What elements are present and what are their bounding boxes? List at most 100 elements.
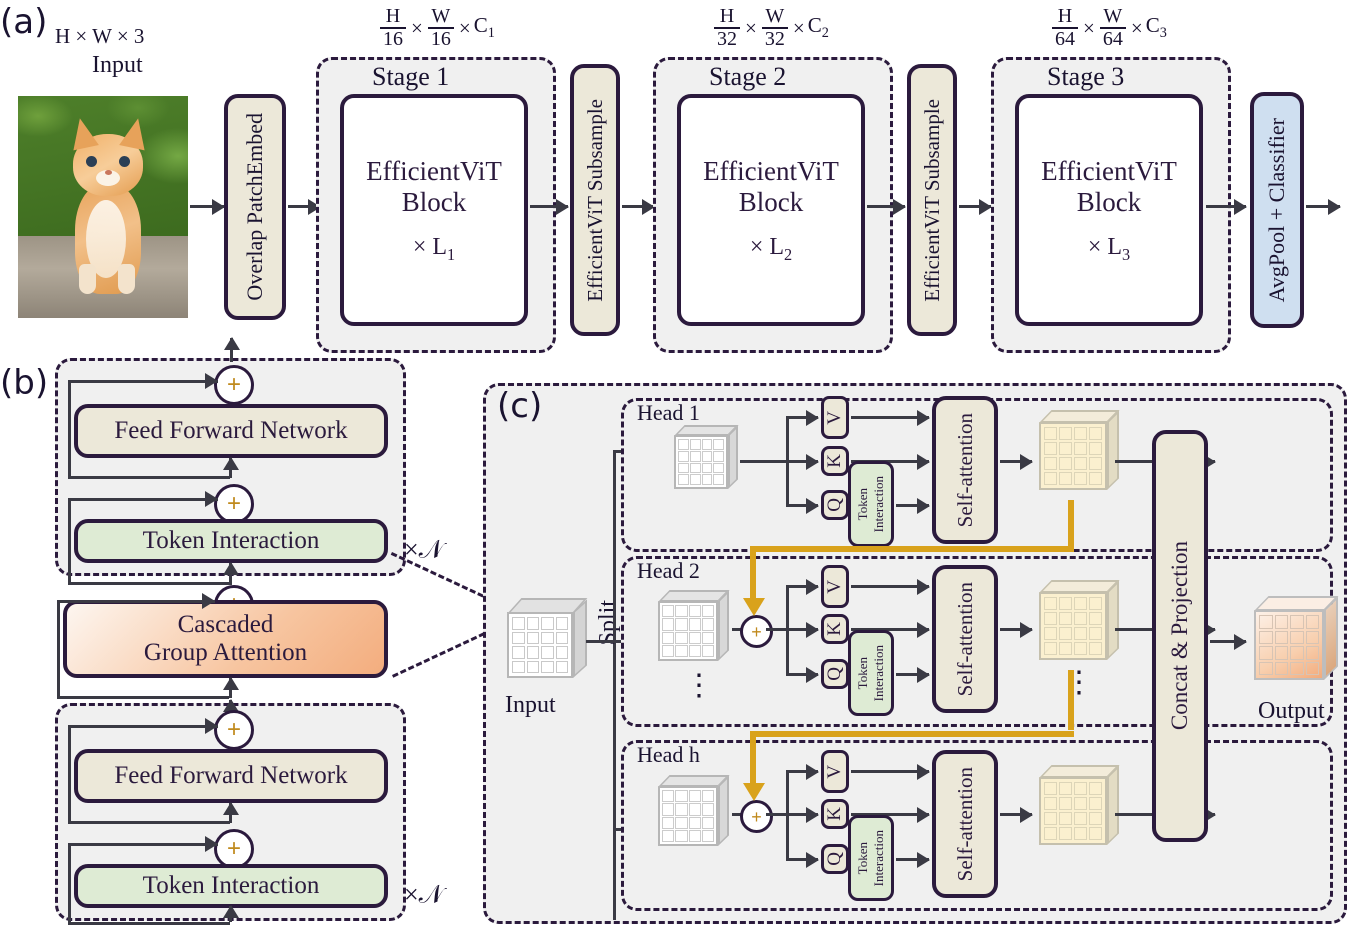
- stage-1-block-line2: Block: [401, 186, 467, 217]
- cascade-arrow-1-h: [750, 546, 1074, 552]
- head-h-v-box[interactable]: V: [821, 750, 849, 793]
- stage-3-block-line1: EfficientViT: [1041, 155, 1177, 186]
- head-1-q-box[interactable]: Q: [821, 490, 849, 520]
- head-1-token-interaction[interactable]: Token Interaction: [848, 461, 894, 547]
- stage-2-block[interactable]: EfficientViT Block × L2: [677, 94, 865, 326]
- stage-1-block-line1: EfficientViT: [366, 155, 502, 186]
- arrow-head1-q: [786, 504, 818, 507]
- head-2-k-box[interactable]: K: [821, 614, 849, 644]
- head-2-label: Head 2: [637, 558, 700, 583]
- residual-b-2-h: [68, 498, 218, 501]
- stage-3-block[interactable]: EfficientViT Block × L3: [1015, 94, 1203, 326]
- subsample-1-label: EfficientViT Subsample: [582, 98, 607, 302]
- v-label-h: V: [824, 764, 845, 779]
- token-interaction-label-1: Token Interaction: [142, 527, 320, 554]
- arrow-head2-k: [786, 628, 818, 631]
- arrow-head1-v-to-attn: [851, 416, 929, 419]
- head-h-q-box[interactable]: Q: [821, 844, 849, 874]
- token-interaction-block-1[interactable]: Token Interaction: [74, 519, 388, 563]
- panel-c-input-cube: [497, 598, 588, 686]
- panel-c-label: (c): [497, 386, 543, 426]
- head-h-token-interaction[interactable]: Token Interaction: [848, 815, 894, 901]
- arrow-stage2-to-sub2: [867, 205, 905, 208]
- overlap-patchembed-block[interactable]: Overlap PatchEmbed: [224, 94, 286, 320]
- arrow-stage3-to-head: [1206, 205, 1246, 208]
- cascade-arrow-2-v1: [1068, 670, 1074, 730]
- ti-label-1a: Token: [855, 487, 870, 521]
- cascade-arrowhead-2: [743, 783, 765, 801]
- panel-b-label: (b): [0, 363, 49, 403]
- stage-2-block-line2: Block: [738, 186, 804, 217]
- v-label-2: V: [824, 579, 845, 594]
- attn-label-h: Self-attention: [952, 766, 977, 882]
- stage-2-block-line1: EfficientViT: [703, 155, 839, 186]
- concat-projection-block[interactable]: Concat & Projection: [1152, 430, 1208, 842]
- branch-to-head1: [613, 450, 616, 642]
- head-2-v-box[interactable]: V: [821, 565, 849, 608]
- stage-3-title: Stage 3: [1047, 62, 1125, 91]
- arrow-b-cga-up: [229, 678, 232, 698]
- arrow-b-ti2-to-ffn2: [229, 803, 232, 823]
- ti-label-1b: Interaction: [871, 475, 886, 533]
- input-label-a: Input: [92, 52, 143, 78]
- residual-b-1-h: [68, 380, 218, 383]
- arrow-headh-k: [786, 813, 818, 816]
- stage-2-repeat: × L2: [749, 233, 793, 264]
- cascaded-group-attention-block[interactable]: Cascaded Group Attention: [63, 600, 388, 678]
- head-h-label: Head h: [637, 742, 700, 767]
- ffn-block-2[interactable]: Feed Forward Network: [74, 749, 388, 803]
- cascade-arrowhead-1: [743, 598, 765, 616]
- arrow-headh-ti-to-attn: [896, 858, 929, 861]
- head-1-output-cube: [1033, 410, 1120, 506]
- avgpool-classifier-block[interactable]: AvgPool + Classifier: [1250, 92, 1304, 328]
- arrow-sub1-to-stage2: [622, 205, 654, 208]
- stage-2-dim-label: H 32 × W 32 × C2: [712, 6, 829, 50]
- attn-label-1: Self-attention: [952, 412, 977, 528]
- arrow-input-to-patchembed: [190, 205, 224, 208]
- residual-b-1-v: [68, 382, 71, 478]
- head-h-self-attention[interactable]: Self-attention: [932, 750, 998, 898]
- overlap-patchembed-label: Overlap PatchEmbed: [242, 113, 267, 301]
- head-2-token-interaction[interactable]: Token Interaction: [848, 630, 894, 716]
- arrow-concat-to-output: [1210, 640, 1246, 643]
- v-label-1: V: [824, 410, 845, 425]
- arrow-head2-v: [786, 585, 818, 588]
- panel-c-input-label: Input: [505, 692, 556, 718]
- head-h-k-box[interactable]: K: [821, 799, 849, 829]
- arrow-b-into-group2: [229, 906, 232, 922]
- head-1-self-attention[interactable]: Self-attention: [932, 396, 998, 544]
- residual-b-5-h: [68, 843, 218, 846]
- head-1-k-box[interactable]: K: [821, 446, 849, 476]
- ti-label-ha: Token: [855, 841, 870, 875]
- efficientvit-subsample-1[interactable]: EfficientViT Subsample: [570, 64, 620, 336]
- head-2-ellipsis: ⋮: [684, 669, 714, 702]
- q-label-1: Q: [824, 498, 845, 512]
- arrow-sub2-to-stage3: [959, 205, 991, 208]
- token-interaction-label-2: Token Interaction: [142, 872, 320, 899]
- head-2-q-box[interactable]: Q: [821, 659, 849, 689]
- head-2-self-attention[interactable]: Self-attention: [932, 565, 998, 713]
- ffn-block-1[interactable]: Feed Forward Network: [74, 404, 388, 458]
- k-label-1: K: [824, 454, 845, 468]
- token-interaction-block-2[interactable]: Token Interaction: [74, 864, 388, 908]
- ffn-label-1: Feed Forward Network: [114, 417, 348, 444]
- head-h-output-cube: [1033, 765, 1120, 861]
- plus-head-h: +: [740, 800, 773, 833]
- efficientvit-subsample-2[interactable]: EfficientViT Subsample: [907, 64, 957, 336]
- q-label-2: Q: [824, 667, 845, 681]
- head2-plus-out: [766, 628, 788, 631]
- arrow-headh-v: [786, 770, 818, 773]
- q-label-h: Q: [824, 852, 845, 866]
- concat-projection-label: Concat & Projection: [1167, 541, 1192, 731]
- input-image: [18, 96, 188, 318]
- ti-label-2b: Interaction: [871, 644, 886, 702]
- panel-b-repeat-2: ×𝒩: [404, 880, 444, 909]
- head-1-v-box[interactable]: V: [821, 396, 849, 439]
- stage-1-block[interactable]: EfficientViT Block × L1: [340, 94, 528, 326]
- ffn-label-2: Feed Forward Network: [114, 762, 348, 789]
- arrow-b-group1-out: [230, 338, 233, 362]
- residual-b-1-bottom: [68, 476, 230, 479]
- head-2-output-cube: [1033, 580, 1120, 676]
- plus-b-1: +: [214, 365, 254, 405]
- arrow-headh-q: [786, 858, 818, 861]
